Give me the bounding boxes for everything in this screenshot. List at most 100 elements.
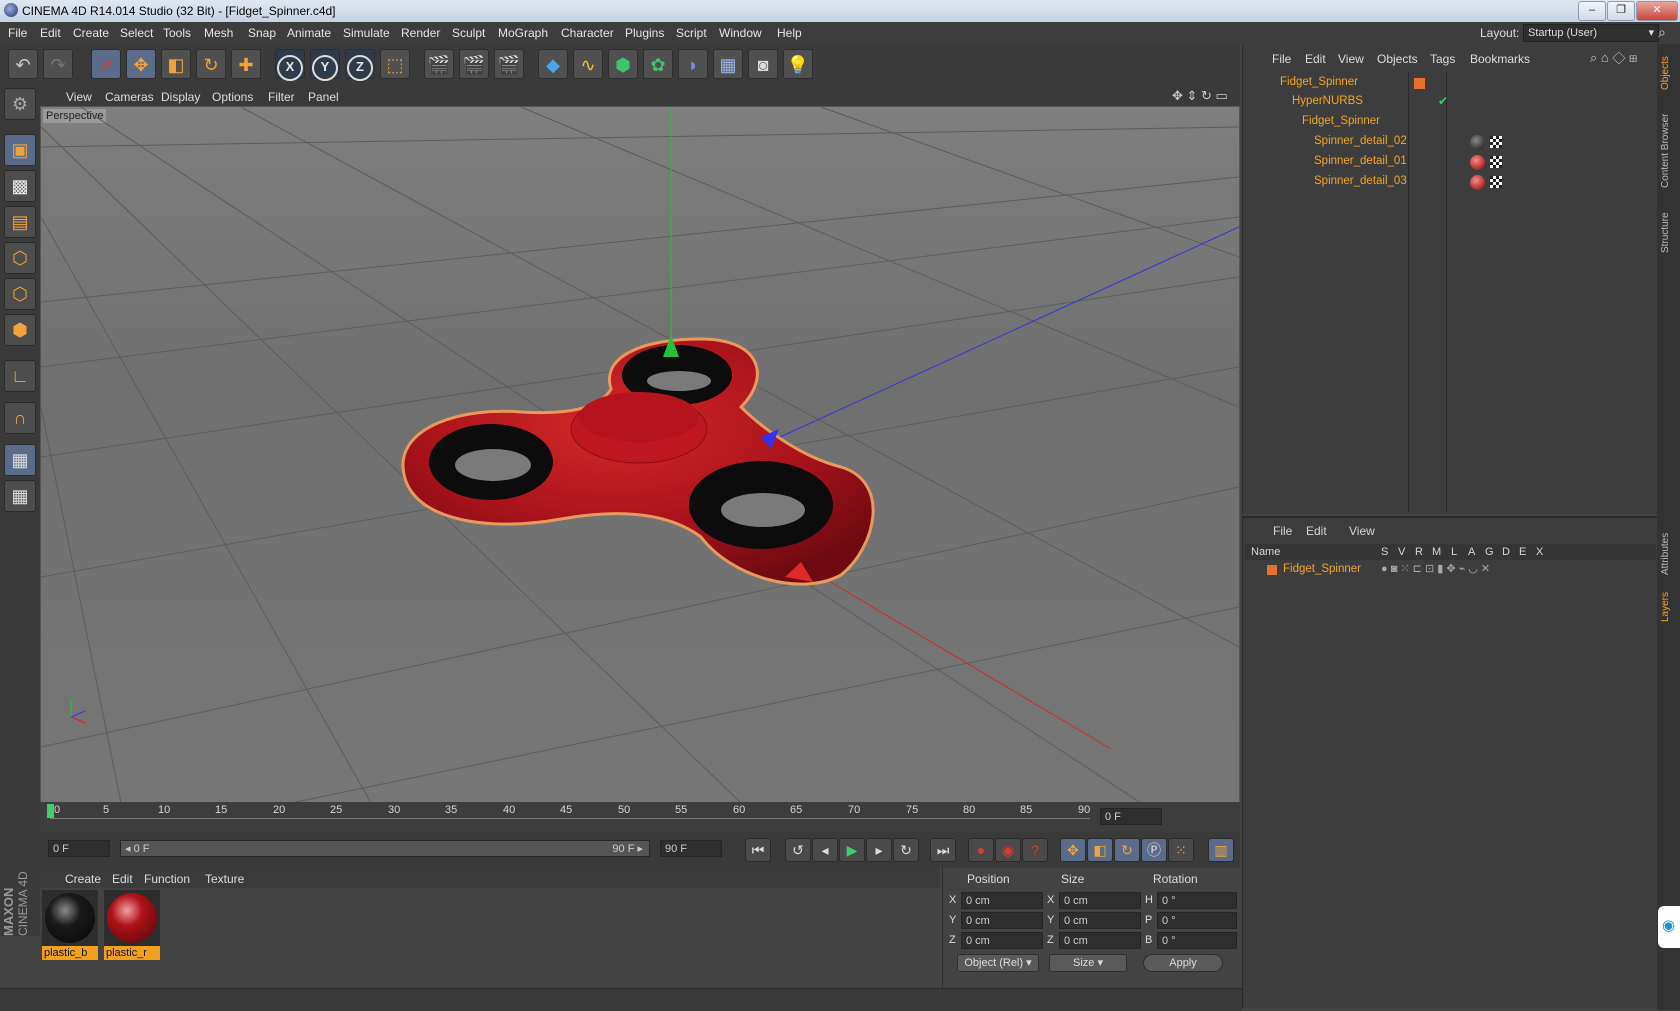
layers-menu-view[interactable]: View	[1349, 524, 1375, 538]
snap-button[interactable]: ∩	[4, 402, 36, 434]
menu-character[interactable]: Character	[561, 26, 614, 40]
workplane-lock-button[interactable]: ▦	[4, 444, 36, 476]
coordinate-system-button[interactable]: ⬚	[380, 49, 410, 79]
menu-snap[interactable]: Snap	[248, 26, 276, 40]
fidget-spinner-model[interactable]	[401, 337, 875, 586]
rotation-b-field[interactable]: 0 °	[1157, 932, 1237, 949]
perspective-viewport[interactable]: Perspective	[40, 106, 1240, 804]
object-row[interactable]: Fidget_Spinner	[1244, 113, 1654, 132]
edges-mode-button[interactable]: ⬡	[4, 278, 36, 310]
material-plastic-r[interactable]: plastic_r	[104, 890, 160, 962]
go-to-start-button[interactable]: ⏮	[745, 838, 771, 862]
material-menu-edit[interactable]: Edit	[112, 872, 133, 886]
object-row[interactable]: Spinner_detail_02	[1244, 133, 1654, 152]
viewport-menu-view[interactable]: View	[66, 90, 92, 104]
menu-select[interactable]: Select	[120, 26, 153, 40]
material-menu-create[interactable]: Create	[65, 872, 101, 886]
uvw-tag-icon[interactable]	[1490, 156, 1502, 168]
menu-simulate[interactable]: Simulate	[343, 26, 390, 40]
uvw-tag-icon[interactable]	[1490, 136, 1502, 148]
live-selection-button[interactable]: ➚	[91, 49, 121, 79]
render-settings-button[interactable]: 🎬	[494, 49, 524, 79]
material-tag-red[interactable]	[1470, 155, 1485, 170]
model-mode-button[interactable]: ▣	[4, 134, 36, 166]
viewport-menu-panel[interactable]: Panel	[308, 90, 339, 104]
move-tool-button[interactable]: ✥	[126, 49, 156, 79]
axis-mode-button[interactable]: ∟	[4, 360, 36, 392]
add-deformer-button[interactable]: ◗	[678, 49, 708, 79]
viewport-menu-filter[interactable]: Filter	[268, 90, 295, 104]
record-rotation-button[interactable]: ↻	[1114, 838, 1140, 862]
material-menu-function[interactable]: Function	[144, 872, 190, 886]
tab-layers[interactable]: Layers	[1660, 582, 1678, 622]
menu-window[interactable]: Window	[719, 26, 762, 40]
previous-key-button[interactable]: ↺	[785, 838, 811, 862]
record-pla-button[interactable]: ⁙	[1168, 838, 1194, 862]
material-menu-texture[interactable]: Texture	[205, 872, 244, 886]
menu-help[interactable]: Help	[777, 26, 802, 40]
coordinate-mode-dropdown[interactable]: Object (Rel) ▾	[957, 954, 1039, 972]
viewport-menu-options[interactable]: Options	[212, 90, 253, 104]
start-frame-field[interactable]: 0 F	[48, 840, 110, 857]
polygons-mode-button[interactable]: ⬢	[4, 314, 36, 346]
minimize-button[interactable]: –	[1578, 1, 1606, 21]
object-row[interactable]: Spinner_detail_01	[1244, 153, 1654, 172]
objects-menu-bookmarks[interactable]: Bookmarks	[1470, 52, 1530, 66]
menu-plugins[interactable]: Plugins	[625, 26, 664, 40]
position-x-field[interactable]: 0 cm	[961, 892, 1043, 909]
tab-attributes[interactable]: Attributes	[1660, 520, 1678, 575]
tab-content-browser[interactable]: Content Browser	[1660, 98, 1678, 188]
x-axis-button[interactable]: X	[275, 49, 305, 81]
chat-widget[interactable]: ◉	[1658, 906, 1680, 948]
render-picture-viewer-button[interactable]: 🎬	[459, 49, 489, 79]
objects-menu-tags[interactable]: Tags	[1430, 52, 1455, 66]
object-manager-search-icon[interactable]: ⌕ ⌂ ◇ ⊞	[1590, 50, 1637, 66]
object-row[interactable]: Spinner_detail_03	[1244, 173, 1654, 192]
restore-button[interactable]: ❐	[1607, 1, 1635, 21]
rotation-p-field[interactable]: 0 °	[1157, 912, 1237, 929]
layer-row[interactable]: Fidget_Spinner ● ◙ ⁙ ⊏ ⊡ ▮ ✥ ⌁ ◡ ✕	[1245, 562, 1656, 579]
object-row[interactable]: Fidget_Spinner	[1244, 74, 1654, 93]
autokey-button[interactable]: ◉	[995, 838, 1021, 862]
previous-frame-button[interactable]: ◂	[812, 838, 838, 862]
tab-objects[interactable]: Objects	[1660, 50, 1678, 90]
objects-menu-file[interactable]: File	[1272, 52, 1291, 66]
add-cube-button[interactable]: ◆	[538, 49, 568, 79]
layer-color-swatch[interactable]	[1267, 565, 1277, 575]
next-key-button[interactable]: ↻	[893, 838, 919, 862]
menu-animate[interactable]: Animate	[287, 26, 331, 40]
current-frame-field[interactable]: 0 F	[1100, 808, 1162, 825]
menu-script[interactable]: Script	[676, 26, 707, 40]
size-y-field[interactable]: 0 cm	[1059, 912, 1141, 929]
material-tag-red[interactable]	[1470, 175, 1485, 190]
menu-tools[interactable]: Tools	[163, 26, 191, 40]
timeline-window-button[interactable]: ▥	[1208, 838, 1234, 862]
render-view-button[interactable]: 🎬	[424, 49, 454, 79]
end-frame-field[interactable]: 90 F	[660, 840, 722, 857]
add-nurbs-button[interactable]: ⬢	[608, 49, 638, 79]
close-button[interactable]: ✕	[1636, 1, 1678, 21]
rotate-tool-button[interactable]: ↻	[196, 49, 226, 79]
menu-mesh[interactable]: Mesh	[204, 26, 233, 40]
redo-button[interactable]: ↷	[43, 49, 73, 79]
menu-create[interactable]: Create	[73, 26, 109, 40]
make-editable-button[interactable]: ⚙	[4, 88, 36, 120]
uvw-tag-icon[interactable]	[1490, 176, 1502, 188]
go-to-end-button[interactable]: ⏭	[930, 838, 956, 862]
record-parameter-button[interactable]: Ⓟ	[1141, 838, 1167, 862]
undo-button[interactable]: ↶	[8, 49, 38, 79]
size-z-field[interactable]: 0 cm	[1059, 932, 1141, 949]
layers-menu-file[interactable]: File	[1273, 524, 1292, 538]
menu-edit[interactable]: Edit	[40, 26, 61, 40]
layers-menu-edit[interactable]: Edit	[1306, 524, 1327, 538]
z-axis-button[interactable]: Z	[345, 49, 375, 81]
texture-mode-button[interactable]: ▩	[4, 170, 36, 202]
add-spline-button[interactable]: ∿	[573, 49, 603, 79]
menu-render[interactable]: Render	[401, 26, 440, 40]
objects-menu-objects[interactable]: Objects	[1377, 52, 1418, 66]
objects-menu-view[interactable]: View	[1338, 52, 1364, 66]
next-frame-button[interactable]: ▸	[866, 838, 892, 862]
menu-file[interactable]: File	[8, 26, 27, 40]
position-y-field[interactable]: 0 cm	[961, 912, 1043, 929]
play-button[interactable]: ▶	[839, 838, 865, 862]
